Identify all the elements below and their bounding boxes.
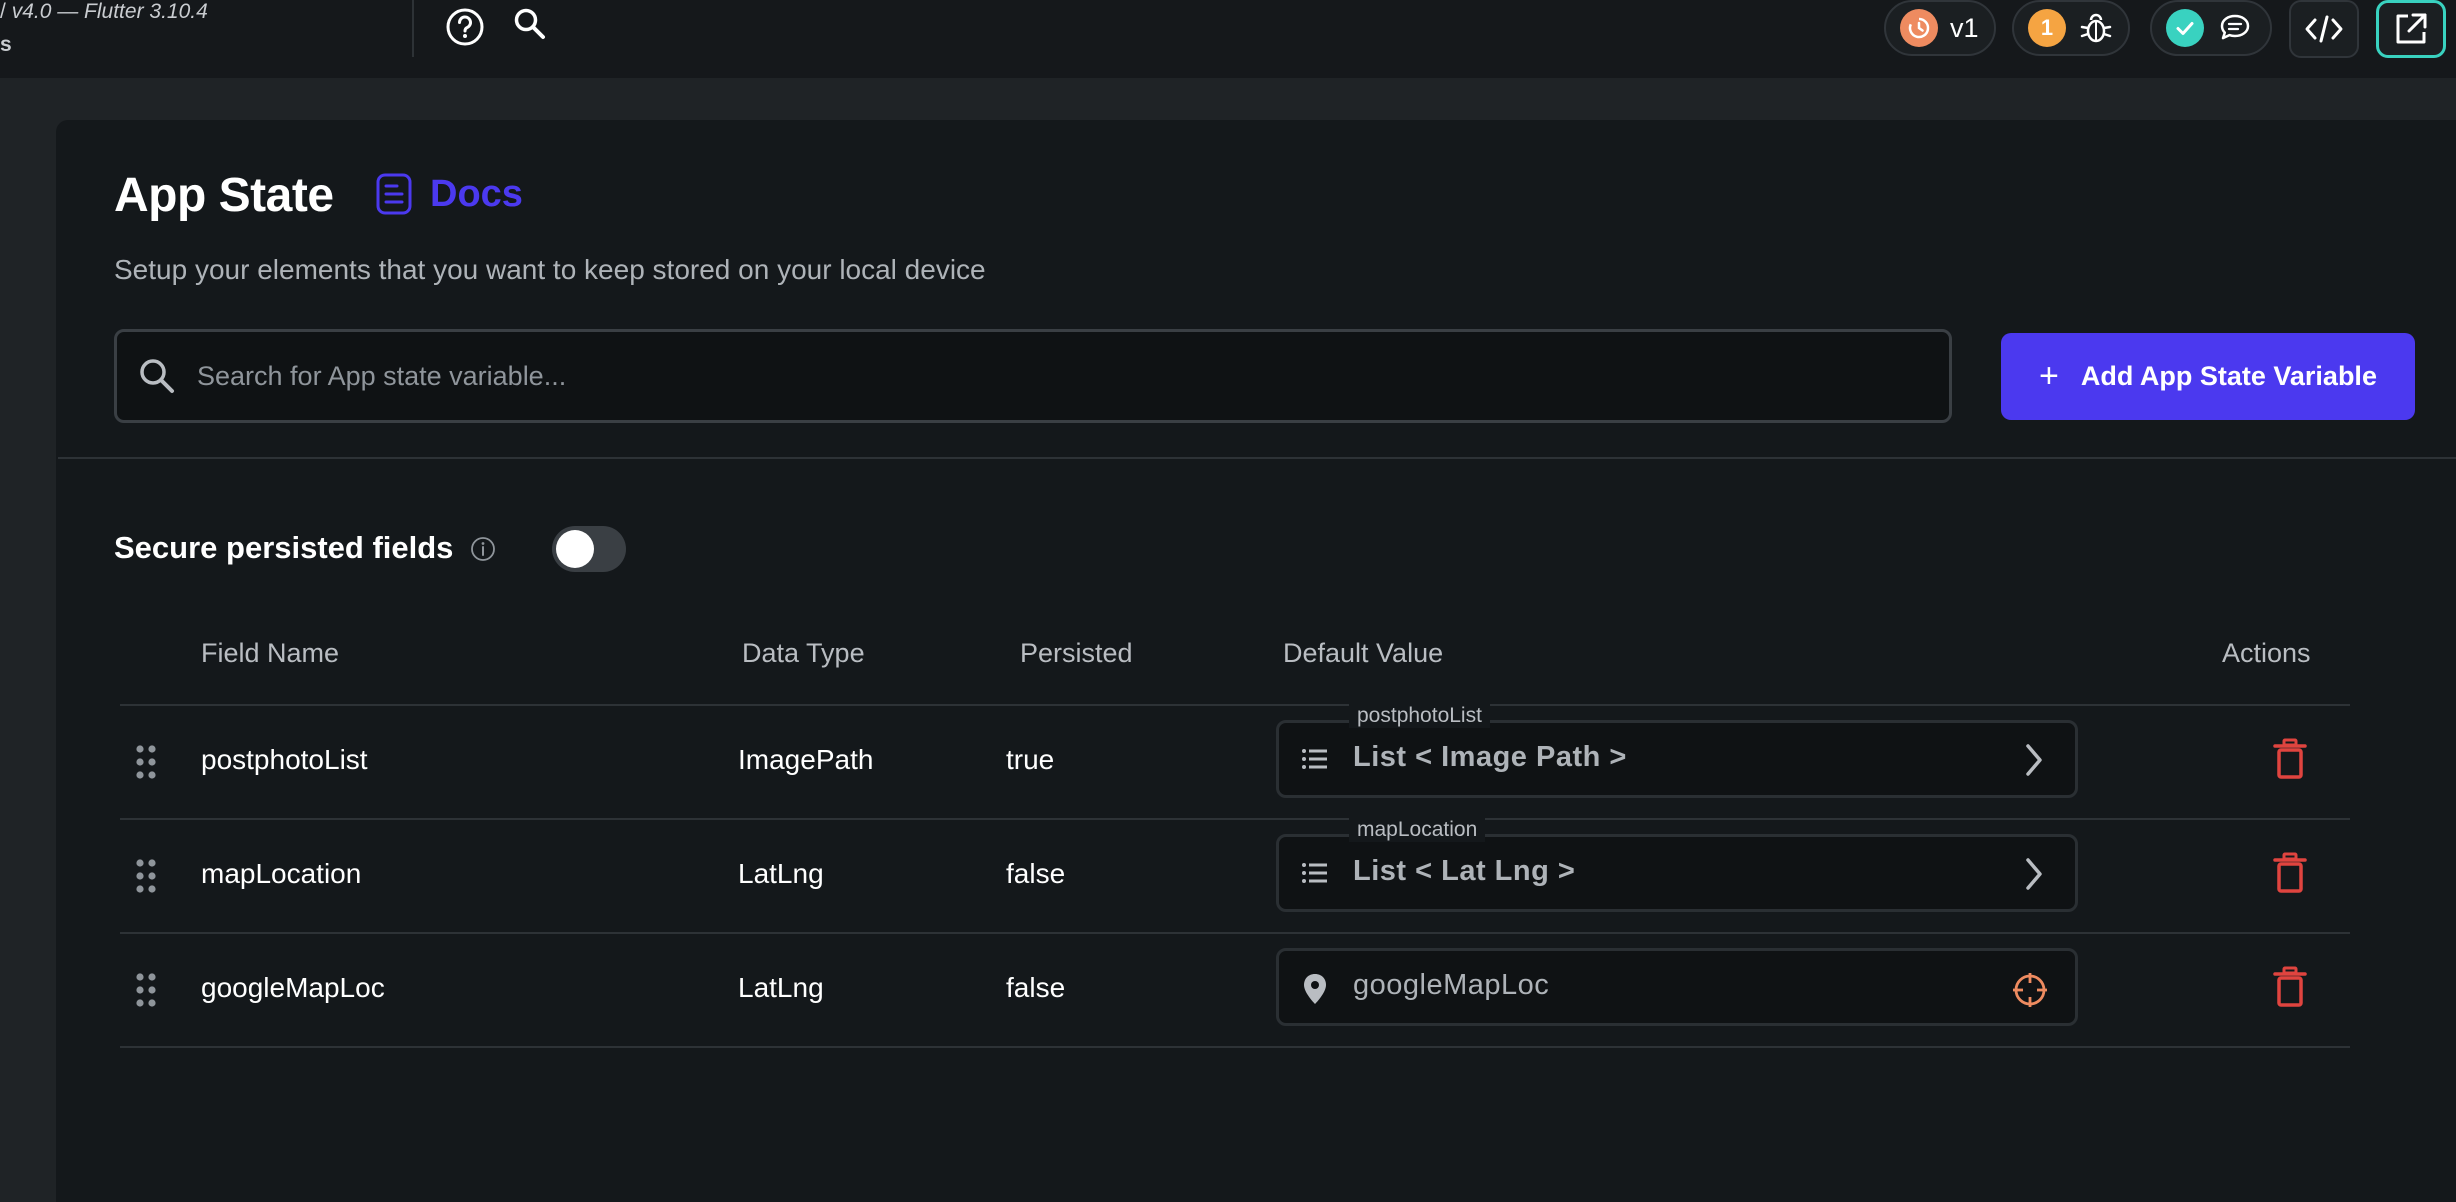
search-input[interactable] [195, 359, 1795, 393]
delete-icon[interactable] [2272, 966, 2308, 1013]
page-title: App State [114, 169, 334, 222]
plus-icon: + [2039, 357, 2059, 395]
chevron-right-icon[interactable] [2019, 741, 2049, 784]
issues-button[interactable]: 1 [2012, 0, 2130, 56]
drag-handle-icon[interactable] [134, 744, 158, 785]
default-value-text: List < Image Path > [1353, 741, 1627, 773]
version-info: / v4.0 — Flutter 3.10.4 [0, 0, 208, 23]
page-subtitle: Setup your elements that you want to kee… [114, 254, 986, 285]
search-icon [137, 356, 177, 396]
header-default-value: Default Value [1283, 638, 1444, 668]
project-name-fragment: s [0, 33, 12, 56]
document-icon [374, 172, 414, 216]
table-divider [120, 1046, 2350, 1048]
table-row: postphotoList ImagePath true postphotoLi… [120, 704, 2350, 818]
check-icon [2166, 9, 2204, 47]
open-external-button[interactable] [2376, 0, 2446, 58]
header-persisted: Persisted [1020, 638, 1133, 668]
top-bar: / v4.0 — Flutter 3.10.4 s v1 1 [0, 0, 2456, 78]
default-value-field[interactable]: googleMapLoc [1276, 948, 2078, 1026]
add-app-state-variable-button[interactable]: + Add App State Variable [2001, 333, 2415, 420]
version-badge: v1 [1950, 12, 1979, 43]
crosshair-icon[interactable] [2011, 971, 2049, 1014]
search-icon[interactable] [512, 6, 548, 42]
section-divider [58, 457, 2456, 459]
chat-icon [2216, 10, 2254, 46]
persisted-cell: false [1006, 972, 1066, 1003]
issues-count-badge: 1 [2028, 9, 2066, 47]
default-value-text: List < Lat Lng > [1353, 855, 1576, 887]
header-data-type: Data Type [742, 638, 865, 668]
info-icon[interactable] [470, 536, 496, 567]
persisted-cell: true [1006, 744, 1055, 775]
comments-button[interactable] [2150, 0, 2272, 56]
default-value-field[interactable]: mapLocation List < Lat Lng > [1276, 818, 2078, 912]
list-icon [1299, 857, 1331, 894]
data-type-cell: LatLng [738, 858, 824, 889]
list-icon [1299, 743, 1331, 780]
version-history-button[interactable]: v1 [1884, 0, 1996, 56]
chevron-right-icon[interactable] [2019, 855, 2049, 898]
table-row: mapLocation LatLng false mapLocation Lis… [120, 818, 2350, 932]
persisted-cell: false [1006, 858, 1066, 889]
data-type-cell: ImagePath [738, 744, 874, 775]
field-name-cell[interactable]: googleMapLoc [201, 972, 385, 1004]
default-value-text: googleMapLoc [1353, 969, 1550, 1001]
secure-persisted-toggle[interactable] [552, 526, 626, 572]
secure-persisted-label: Secure persisted fields [114, 530, 454, 565]
data-type-cell: LatLng [738, 972, 824, 1003]
default-value-field[interactable]: postphotoList List < Image Path > [1276, 704, 2078, 798]
default-value-legend: postphotoList [1349, 704, 1490, 728]
default-value-legend: mapLocation [1349, 818, 1486, 842]
header-actions: Actions [2222, 638, 2311, 668]
toggle-knob [556, 530, 594, 568]
add-button-label: Add App State Variable [2080, 361, 2377, 391]
docs-link[interactable]: Docs [374, 172, 523, 216]
external-link-icon [2392, 10, 2430, 48]
version-text: v4.0 — Flutter 3.10.4 [11, 0, 208, 23]
docs-label: Docs [430, 172, 523, 215]
search-bar [114, 329, 1952, 423]
field-name-cell[interactable]: mapLocation [201, 858, 361, 890]
location-pin-icon [1299, 971, 1331, 1012]
history-icon [1900, 9, 1938, 47]
delete-icon[interactable] [2272, 852, 2308, 899]
code-icon [2304, 14, 2344, 44]
help-icon[interactable] [444, 6, 486, 48]
bug-icon [2078, 10, 2114, 46]
toolbar-divider [412, 0, 414, 57]
view-code-button[interactable] [2289, 0, 2359, 58]
drag-handle-icon[interactable] [134, 858, 158, 899]
header-field-name: Field Name [201, 638, 340, 668]
table-row: googleMapLoc LatLng false googleMapLoc [120, 934, 2350, 1046]
drag-handle-icon[interactable] [134, 972, 158, 1013]
delete-icon[interactable] [2272, 738, 2308, 785]
field-name-cell[interactable]: postphotoList [201, 744, 368, 776]
